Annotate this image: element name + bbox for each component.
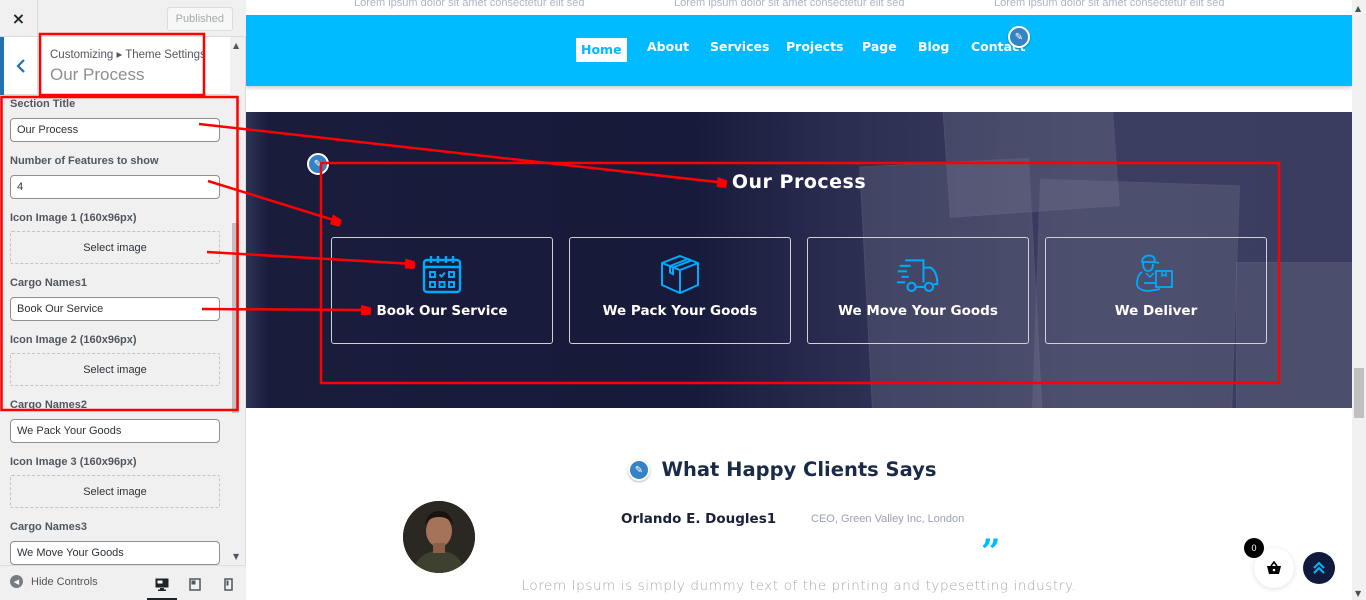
scroll-to-top-button[interactable] [1303,552,1335,584]
cargo-name-3-input[interactable]: We Move Your Goods [10,541,220,565]
num-features-label: Number of Features to show [10,155,159,167]
preview-desktop-button[interactable] [147,574,177,600]
back-button[interactable] [0,37,38,95]
top-info-bar: Lorem ipsum dolor sit amet consectetur e… [246,0,1352,15]
select-image-3-button[interactable]: Select image [10,475,220,508]
sidebar-scroll-thumb[interactable] [232,223,239,413]
desktop-icon [155,578,169,591]
topbar-text: Lorem ipsum dolor sit amet consectetur e… [354,0,585,9]
box-icon [661,254,699,295]
quote-icon: ” [981,532,1001,572]
sidebar-footer: ◀ Hide Controls [0,565,246,600]
hide-controls-label: Hide Controls [31,575,98,588]
page-scrollbar[interactable]: ▲ ▼ [1352,0,1366,600]
scroll-down-icon[interactable]: ▼ [233,552,239,561]
client-role: CEO, Green Valley Inc, London [811,513,965,525]
calendar-icon [422,256,462,294]
cart-count-badge: 0 [1244,538,1264,558]
client-portrait [403,501,475,573]
customizer-sidebar: × Published Customizing ▸ Theme Settings… [0,0,246,600]
nav-home[interactable]: Home [576,38,627,62]
scroll-up-icon[interactable]: ▲ [233,41,239,50]
pencil-icon: ✎ [1014,31,1024,43]
process-card: We Pack Your Goods [569,237,791,344]
icon-image-2-label: Icon Image 2 (160x96px) [10,334,137,346]
process-card: Book Our Service [331,237,553,344]
icon-image-3-label: Icon Image 3 (160x96px) [10,456,137,468]
close-customizer-button[interactable]: × [0,0,38,37]
process-card-label: Book Our Service [376,303,508,319]
cargo-name-2-label: Cargo Names2 [10,399,88,411]
double-chevron-up-icon [1313,561,1325,574]
controls-panel: Section Title Our Process Number of Feat… [0,95,230,565]
process-card-label: We Deliver [1114,303,1198,319]
testimonial-text: Lorem Ipsum is simply dummy text of the … [521,578,1077,594]
nav-blog[interactable]: Blog [918,39,949,54]
nav-about[interactable]: About [647,39,689,54]
client-avatar [403,501,475,573]
icon-image-1-label: Icon Image 1 (160x96px) [10,212,137,224]
topbar-text: Lorem ipsum dolor sit amet consectetur e… [994,0,1225,9]
testimonials-title: What Happy Clients Says [661,458,937,481]
mobile-icon [223,577,233,591]
cargo-name-3-label: Cargo Names3 [10,521,88,533]
close-icon: × [11,9,26,28]
select-image-1-button[interactable]: Select image [10,231,220,264]
published-button[interactable]: Published [166,7,233,31]
section-header: Customizing ▸ Theme Settings Our Process [0,37,230,95]
section-title-input[interactable]: Our Process [10,118,220,142]
pencil-icon: ✎ [313,158,323,170]
process-card-label: We Move Your Goods [838,303,998,319]
preview-mobile-button[interactable] [218,574,238,594]
truck-icon [896,259,939,293]
page-scroll-thumb[interactable] [1354,368,1364,418]
sidebar-top-bar: × Published [0,0,246,37]
our-process-section: ✎ Our Process Book Our Service We Pack Y… [246,112,1352,408]
sidebar-scrollbar[interactable]: ▲ ▼ [230,37,245,565]
delivery-man-icon [1136,254,1173,292]
nav-page[interactable]: Page [862,39,897,54]
process-card-label: We Pack Your Goods [602,303,758,319]
hide-controls-button[interactable]: ◀ Hide Controls [10,575,98,588]
scroll-up-icon[interactable]: ▲ [1355,4,1361,13]
main-navigation: Home About Services Projects Page Blog C… [246,15,1352,86]
cargo-name-2-input[interactable]: We Pack Your Goods [10,419,220,443]
cargo-name-1-input[interactable]: Book Our Service [10,297,220,321]
select-image-2-button[interactable]: Select image [10,353,220,386]
nav-services[interactable]: Services [710,39,769,54]
process-card: We Deliver [1045,237,1267,344]
collapse-icon: ◀ [10,575,23,588]
tablet-icon [189,577,201,591]
basket-icon [1267,561,1281,574]
edit-menu-shortcut[interactable]: ✎ [1008,26,1030,48]
preview-tablet-button[interactable] [185,574,205,594]
section-title: Our Process [50,65,145,84]
nav-projects[interactable]: Projects [786,39,844,54]
chevron-left-icon [15,59,25,73]
breadcrumb: Customizing ▸ Theme Settings [50,49,206,61]
section-title-label: Section Title [10,98,76,110]
site-preview: Lorem ipsum dolor sit amet consectetur e… [246,0,1352,600]
process-card: We Move Your Goods [807,237,1029,344]
client-name: Orlando E. Dougles1 [621,511,777,527]
scroll-down-icon[interactable]: ▼ [1355,589,1361,598]
num-features-input[interactable]: 4 [10,175,220,199]
cargo-name-1-label: Cargo Names1 [10,277,88,289]
topbar-text: Lorem ipsum dolor sit amet consectetur e… [674,0,905,9]
process-title: Our Process [731,171,867,193]
